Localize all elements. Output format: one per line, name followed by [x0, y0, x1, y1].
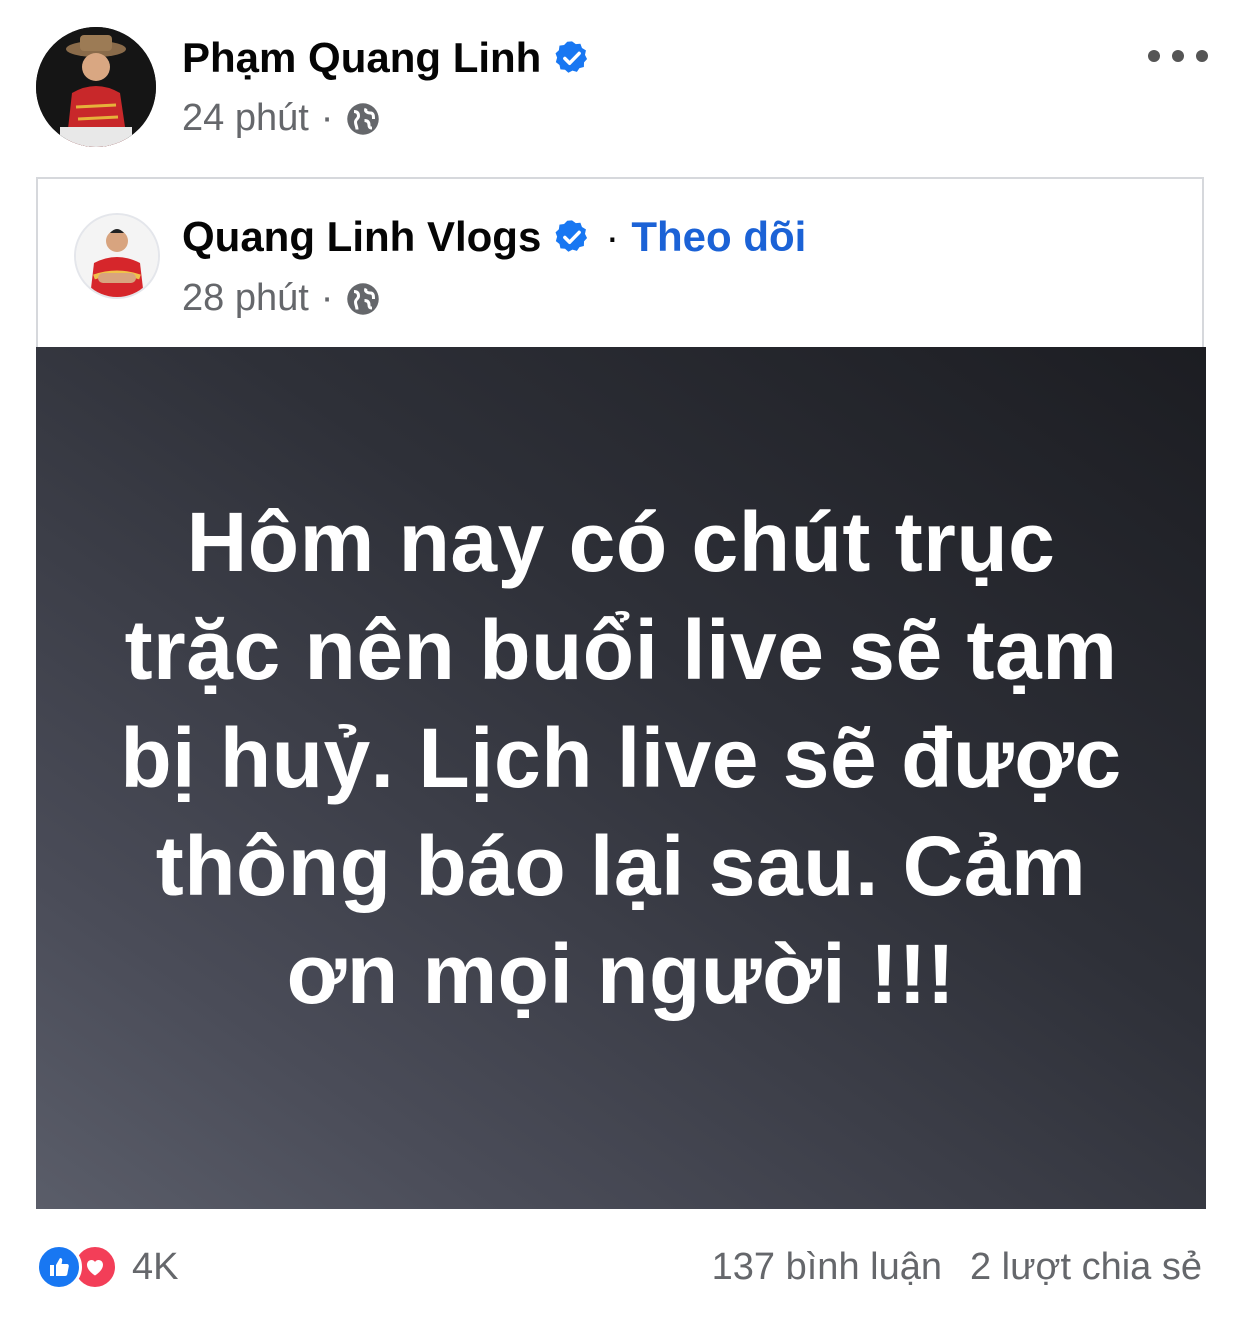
- verified-badge-icon: [553, 218, 591, 256]
- post-body-text: Hôm nay có chút trục trặc nên buổi live …: [120, 495, 1122, 1021]
- post-meta: 24 phút ·: [182, 97, 381, 140]
- more-dot: [1172, 50, 1184, 62]
- follow-button[interactable]: Theo dõi: [631, 213, 806, 261]
- text-post-card[interactable]: Hôm nay có chút trục trặc nên buổi live …: [36, 347, 1206, 1209]
- author-avatar[interactable]: [36, 27, 156, 147]
- author-name[interactable]: Phạm Quang Linh: [182, 34, 541, 82]
- shared-post-meta: 28 phút ·: [182, 277, 381, 320]
- more-dot: [1196, 50, 1208, 62]
- more-dot: [1148, 50, 1160, 62]
- verified-badge-icon: [553, 39, 591, 77]
- more-options-icon[interactable]: [1148, 36, 1208, 76]
- reactions-summary[interactable]: 4K: [36, 1244, 178, 1290]
- follow-separator: ·: [605, 213, 620, 260]
- reaction-count: 4K: [132, 1245, 179, 1288]
- post-header: Phạm Quang Linh 24 phút ·: [0, 0, 1242, 160]
- comments-count[interactable]: 137 bình luận: [712, 1246, 942, 1289]
- meta-separator: ·: [320, 97, 334, 139]
- author-name-row: Phạm Quang Linh: [182, 34, 591, 82]
- globe-icon: [345, 281, 381, 317]
- engagement-stats: 137 bình luận 2 lượt chia sẻ: [712, 1246, 1202, 1289]
- meta-separator: ·: [320, 277, 334, 319]
- globe-icon: [345, 101, 381, 137]
- post-footer: 4K 137 bình luận 2 lượt chia sẻ: [0, 1230, 1242, 1310]
- post-time[interactable]: 24 phút: [182, 97, 309, 140]
- shared-author-avatar[interactable]: [74, 213, 160, 299]
- like-reaction-icon: [36, 1244, 82, 1290]
- shared-post-header: Quang Linh Vlogs · Theo dõi 28 phút ·: [38, 179, 1202, 347]
- shared-author-row: Quang Linh Vlogs · Theo dõi: [182, 213, 806, 261]
- shared-post-time[interactable]: 28 phút: [182, 277, 309, 320]
- shared-post[interactable]: Quang Linh Vlogs · Theo dõi 28 phút · Hô…: [36, 177, 1206, 1209]
- shared-author-name[interactable]: Quang Linh Vlogs: [182, 213, 541, 261]
- shares-count[interactable]: 2 lượt chia sẻ: [970, 1246, 1202, 1289]
